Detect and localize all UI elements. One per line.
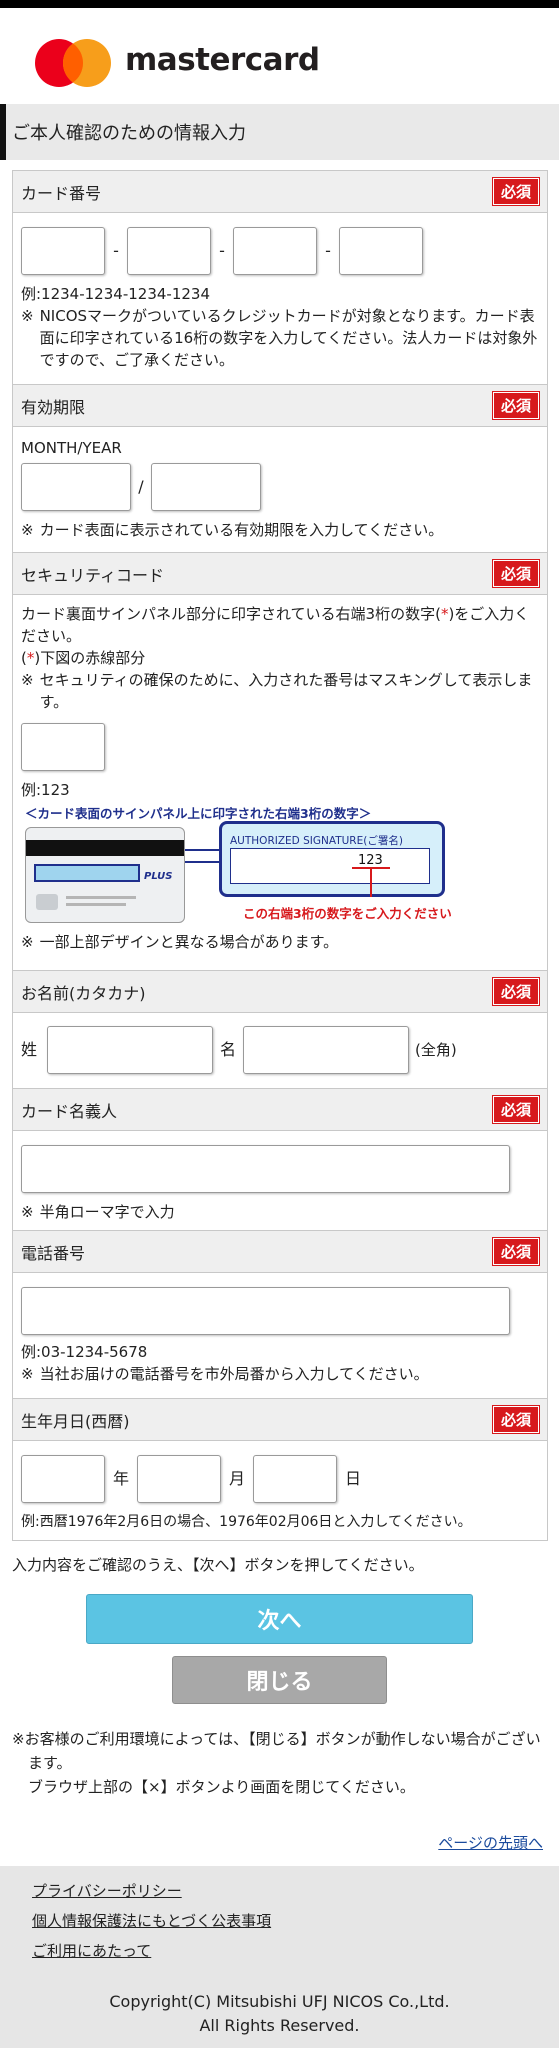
brand-name: mastercard — [125, 42, 320, 78]
separator: - — [325, 241, 331, 260]
confirm-notice: 入力内容をご確認のうえ、【次へ】ボタンを押してください。 — [12, 1556, 424, 1574]
required-badge: 必須 — [491, 177, 541, 206]
back-to-top-link[interactable]: ページの先頭へ — [438, 1832, 543, 1853]
required-badge: 必須 — [491, 1405, 541, 1434]
name-kana-body: 姓 名 (全角) — [13, 1013, 547, 1089]
environment-note: ※お客様のご利用環境によっては、【閉じる】ボタンが動作しない場合がございます。 … — [12, 1730, 541, 1796]
expiry-body: MONTH/YEAR / ※ カード表面に表示されている有効期限を入力してくださ… — [13, 427, 547, 553]
separator: / — [138, 477, 144, 496]
month-label: 月 — [228, 1469, 245, 1488]
birth-month-input[interactable] — [137, 1455, 221, 1503]
birthdate-body: 年 月 日 例:西暦1976年2月6日の場合、1976年02月06日と入力してく… — [13, 1441, 547, 1541]
copyright-line-2: All Rights Reserved. — [199, 2016, 360, 2035]
expiry-format-label: MONTH/YEAR — [21, 439, 122, 457]
name-kana-header: お名前(カタカナ) 必須 — [13, 971, 547, 1013]
name-kana-title: お名前(カタカナ) — [21, 983, 146, 1003]
top-bar — [0, 0, 559, 8]
security-code-title: セキュリティコード — [21, 565, 165, 585]
separator: - — [219, 241, 225, 260]
birth-year-input[interactable] — [21, 1455, 105, 1503]
security-code-body: カード裏面サインパネル部分に印字されている右端3桁の数字(*)をご入力ください。… — [13, 595, 547, 971]
page-title: ご本人確認のための情報入力 — [0, 104, 559, 160]
security-code-description: カード裏面サインパネル部分に印字されている右端3桁の数字(*)をご入力ください。 — [21, 605, 530, 645]
phone-body: 例:03-1234-5678 ※ 当社お届けの電話番号を市外局番から入力してくだ… — [13, 1273, 547, 1399]
required-badge: 必須 — [491, 977, 541, 1006]
mastercard-logo-icon — [34, 38, 112, 88]
card-number-input-3[interactable] — [233, 227, 317, 275]
identity-form: カード番号 必須 - - - 例:1234-1234-1234-1234 ※ N… — [12, 170, 548, 1541]
last-name-label: 姓 — [21, 1040, 38, 1059]
security-code-header: セキュリティコード 必須 — [13, 553, 547, 595]
card-number-input-2[interactable] — [127, 227, 211, 275]
day-label: 日 — [344, 1469, 361, 1488]
full-width-note: (全角) — [415, 1041, 457, 1059]
separator: - — [113, 241, 119, 260]
birthdate-header: 生年月日(西暦) 必須 — [13, 1399, 547, 1441]
security-code-note: ※ セキュリティの確保のために、入力された番号はマスキングして表示します。 — [21, 671, 533, 711]
personal-info-disclosure-link[interactable]: 個人情報保護法にもとづく公表事項 — [32, 1910, 271, 1931]
card-number-body: - - - 例:1234-1234-1234-1234 ※ NICOSマークがつ… — [13, 213, 547, 385]
expiry-title: 有効期限 — [21, 397, 86, 417]
required-badge: 必須 — [491, 391, 541, 420]
expiry-month-input[interactable] — [21, 463, 131, 511]
card-holder-note: ※ 半角ローマ字で入力 — [21, 1203, 175, 1221]
security-code-example: 例:123 — [21, 781, 70, 799]
expiry-note: ※ カード表面に表示されている有効期限を入力してください。 — [21, 521, 444, 539]
first-name-label: 名 — [219, 1040, 236, 1059]
card-holder-header: カード名義人 必須 — [13, 1089, 547, 1131]
security-code-reference: (*)下図の赤線部分 — [21, 649, 146, 667]
first-name-input[interactable] — [243, 1026, 409, 1074]
terms-of-use-link[interactable]: ご利用にあたって — [32, 1940, 151, 1961]
last-name-input[interactable] — [47, 1026, 213, 1074]
plus-label: PLUS — [144, 871, 173, 882]
birthdate-title: 生年月日(西暦) — [21, 1411, 130, 1431]
card-number-title: カード番号 — [21, 183, 102, 203]
card-number-header: カード番号 必須 — [13, 171, 547, 213]
phone-header: 電話番号 必須 — [13, 1231, 547, 1273]
signature-panel-image: AUTHORIZED SIGNATURE(ご署名) 123 — [219, 821, 445, 897]
privacy-policy-link[interactable]: プライバシーポリシー — [32, 1880, 182, 1901]
card-holder-body: ※ 半角ローマ字で入力 — [13, 1131, 547, 1231]
security-code-illustration: ＜カード表面のサインパネル上に印字された右端3桁の数字＞ PLUS AUTHOR… — [21, 803, 539, 931]
birthdate-example: 例:西暦1976年2月6日の場合、1976年02月06日と入力してください。 — [21, 1514, 472, 1530]
card-number-example: 例:1234-1234-1234-1234 — [21, 285, 210, 303]
card-holder-input[interactable] — [21, 1145, 510, 1193]
card-holder-title: カード名義人 — [21, 1101, 118, 1121]
phone-input[interactable] — [21, 1287, 510, 1335]
required-badge: 必須 — [491, 1095, 541, 1124]
header: mastercard — [0, 8, 559, 104]
required-badge: 必須 — [491, 559, 541, 588]
next-button[interactable]: 次へ — [86, 1594, 473, 1644]
phone-example: 例:03-1234-5678 — [21, 1343, 148, 1361]
illustration-caption-bottom: この右端3桁の数字をご入力ください — [243, 906, 452, 921]
expiry-header: 有効期限 必須 — [13, 385, 547, 427]
security-code-input[interactable] — [21, 723, 105, 771]
year-label: 年 — [112, 1469, 129, 1488]
phone-note: ※ 当社お届けの電話番号を市外局番から入力してください。 — [21, 1365, 429, 1383]
card-number-input-4[interactable] — [339, 227, 423, 275]
design-note: ※ 一部上部デザインと異なる場合があります。 — [21, 933, 339, 951]
card-back-image: PLUS — [25, 827, 185, 923]
card-number-note: ※ NICOSマークがついているクレジットカードが対象となります。カード表面に印… — [21, 307, 538, 369]
birth-day-input[interactable] — [253, 1455, 337, 1503]
copyright-line-1: Copyright(C) Mitsubishi UFJ NICOS Co.,Lt… — [109, 1992, 450, 2011]
close-button[interactable]: 閉じる — [172, 1656, 387, 1704]
card-number-input-1[interactable] — [21, 227, 105, 275]
required-badge: 必須 — [491, 1237, 541, 1266]
footer: プライバシーポリシー 個人情報保護法にもとづく公表事項 ご利用にあたって Cop… — [0, 1866, 559, 2048]
expiry-year-input[interactable] — [151, 463, 261, 511]
phone-title: 電話番号 — [21, 1243, 86, 1263]
